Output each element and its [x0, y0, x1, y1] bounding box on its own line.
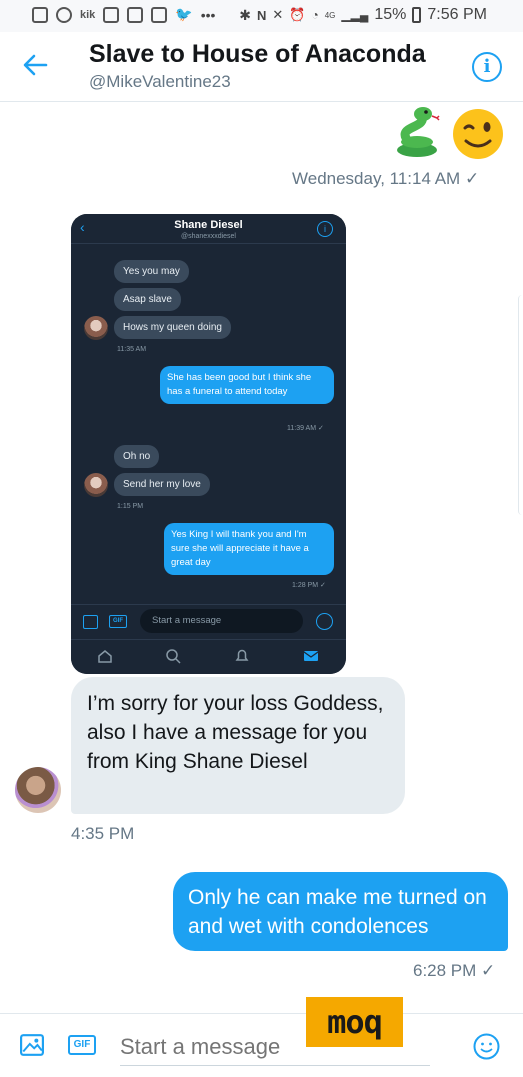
embedded-mail-icon	[303, 651, 319, 661]
instagram-icon	[56, 6, 72, 23]
status-indicators: ✱ N ✕ ⏰ ◔ 4G ▁▂▄ 15% 7:56 PM	[239, 6, 487, 24]
embedded-time: 1:15 PM	[117, 503, 144, 510]
battery-percent: 15%	[374, 6, 407, 23]
twitter-bird-icon: 🐦	[175, 6, 193, 22]
image-icon[interactable]	[20, 1034, 44, 1056]
shared-screenshot[interactable]: ‹ Shane Diesel @shanexxxdiesel i Yes you…	[71, 214, 346, 674]
alert-icon	[32, 6, 48, 23]
watermark-logo: moq	[306, 997, 403, 1047]
dm-screen: kik 🐦 ••• ✱ N ✕ ⏰ ◔ 4G ▁▂▄ 15% 7:56 PM S…	[0, 0, 523, 1077]
embedded-home-icon	[98, 650, 112, 663]
gif-icon[interactable]: GIF	[68, 1035, 96, 1055]
embedded-image-icon	[83, 615, 98, 629]
status-bar: kik 🐦 ••• ✱ N ✕ ⏰ ◔ 4G ▁▂▄ 15% 7:56 PM	[0, 0, 523, 32]
conversation-handle: @MikeValentine23	[89, 72, 231, 91]
embedded-incoming-message: Asap slave	[114, 288, 181, 311]
conversation-header: Slave to House of Anaconda @MikeValentin…	[0, 32, 523, 102]
outgoing-message-time: 6:28 PM ✓	[413, 961, 496, 980]
embedded-emoji-icon	[316, 613, 333, 630]
embedded-avatar	[84, 473, 108, 497]
embedded-tab-bar	[71, 639, 346, 674]
gmail-icon	[103, 6, 120, 23]
kik-label: kik	[80, 8, 96, 21]
embedded-time: 11:39 AM ✓	[287, 425, 324, 432]
embedded-message-input: Start a message	[140, 609, 303, 633]
alarm-icon: ⏰	[289, 7, 306, 22]
snake-emoji	[397, 107, 440, 157]
embedded-header: ‹ Shane Diesel @shanexxxdiesel i	[71, 214, 346, 244]
embedded-info-icon: i	[317, 221, 333, 237]
back-arrow-icon[interactable]	[22, 52, 52, 82]
network-label: 4G	[324, 10, 336, 20]
embedded-compose-bar: GIF Start a message	[71, 604, 346, 638]
embedded-gif-icon: GIF	[109, 615, 127, 628]
bluetooth-icon: ✱	[239, 6, 251, 23]
incoming-message-time: 4:35 PM	[71, 824, 135, 843]
more-dots-icon: •••	[200, 6, 216, 23]
embedded-incoming-message: Hows my queen doing	[114, 316, 231, 339]
embedded-contact-handle: @shanexxxdiesel	[181, 233, 236, 240]
clock: 7:56 PM	[427, 6, 487, 23]
embedded-incoming-message: Oh no	[114, 445, 160, 468]
nfc-icon: N	[257, 7, 267, 23]
incoming-message: I’m sorry for your loss Goddess, also I …	[71, 677, 405, 814]
wink-emoji	[453, 109, 503, 159]
embedded-bell-icon	[235, 649, 249, 661]
gallery-icon	[151, 6, 168, 23]
emoji-icon[interactable]	[473, 1033, 500, 1060]
signal-icon: ▁▂▄	[341, 8, 369, 22]
gmail-icon-2	[127, 6, 144, 23]
embedded-time: 11:35 AM	[117, 346, 147, 353]
emoji-message-time: Wednesday, 11:14 AM ✓	[292, 169, 480, 188]
scroll-handle[interactable]	[518, 295, 523, 515]
conversation-title: Slave to House of Anaconda	[89, 40, 426, 68]
compose-bar: GIF	[0, 1013, 523, 1077]
wifi-icon: ◔	[311, 8, 319, 22]
sender-avatar[interactable]	[15, 767, 61, 813]
mute-icon: ✕	[272, 7, 284, 22]
embedded-incoming-message: Send her my love	[114, 473, 210, 496]
outgoing-message: Only he can make me turned on and wet wi…	[173, 872, 508, 951]
embedded-contact-name: Shane Diesel	[174, 219, 243, 231]
embedded-outgoing-message: Yes King I will thank you and I'm sure s…	[164, 523, 334, 575]
embedded-incoming-message: Yes you may	[114, 260, 189, 283]
battery-icon	[412, 7, 422, 23]
embedded-time: 1:28 PM ✓	[292, 582, 326, 589]
status-notifications: kik 🐦 •••	[32, 6, 215, 23]
embedded-search-icon	[166, 649, 181, 664]
embedded-outgoing-message: She has been good but I think she has a …	[160, 366, 334, 404]
embedded-avatar	[84, 316, 108, 340]
info-icon[interactable]: i	[472, 52, 502, 82]
